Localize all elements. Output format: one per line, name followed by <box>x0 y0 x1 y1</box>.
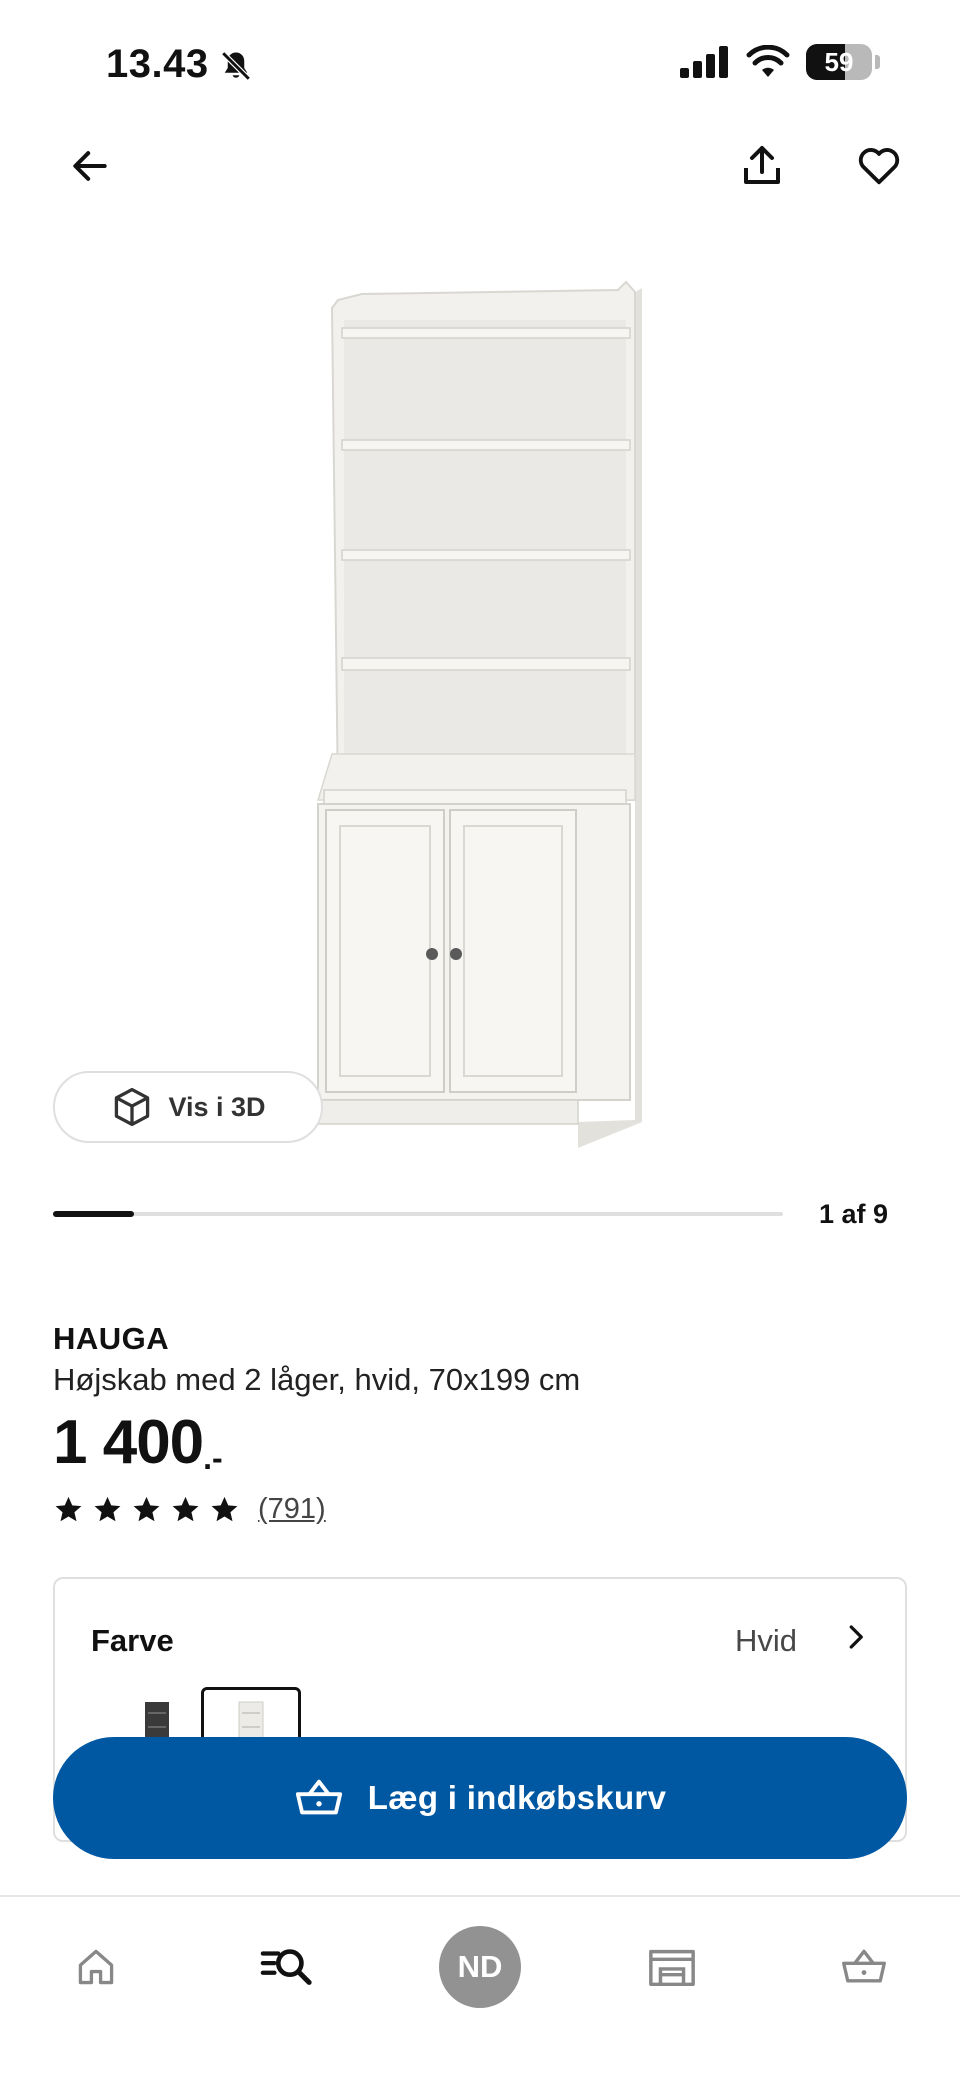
basket-icon <box>842 1949 886 1983</box>
product-image[interactable] <box>280 280 660 1150</box>
add-to-cart-label: Læg i indkøbskurv <box>367 1779 667 1816</box>
wifi-icon <box>746 45 790 77</box>
share-button[interactable] <box>726 130 798 202</box>
bell-muted-icon <box>221 51 251 81</box>
color-chevron-button[interactable] <box>833 1615 877 1659</box>
top-navigation <box>0 130 960 210</box>
price-amount: 1 400 <box>53 1408 204 1477</box>
rating-stars <box>53 1494 240 1525</box>
chevron-right-icon <box>849 1625 863 1649</box>
tab-home[interactable] <box>46 1917 146 2017</box>
battery-tip <box>875 55 880 69</box>
gallery-progress-track[interactable] <box>53 1211 783 1217</box>
status-indicators: 59 <box>680 44 880 80</box>
view-in-3d-button[interactable]: Vis i 3D <box>53 1071 323 1143</box>
tab-search[interactable] <box>236 1917 336 2017</box>
home-icon <box>78 1949 114 1985</box>
back-button[interactable] <box>54 130 126 202</box>
view-in-3d-label: Vis i 3D <box>168 1091 266 1122</box>
store-icon <box>649 1949 695 1987</box>
gallery-progress-indicator <box>53 1211 135 1217</box>
color-title: Farve <box>91 1623 174 1658</box>
avatar: ND <box>439 1926 521 2008</box>
cellular-signal-icon <box>680 46 728 78</box>
add-to-cart-button[interactable]: Læg i indkøbskurv <box>53 1737 907 1859</box>
favorite-button[interactable] <box>843 130 915 202</box>
battery-indicator: 59 <box>806 44 872 80</box>
star-icon <box>211 1496 238 1522</box>
bottom-tab-bar: ND <box>0 1897 960 2081</box>
product-description: Højskab med 2 låger, hvid, 70x199 cm <box>53 1362 581 1397</box>
arrow-left-icon <box>73 151 107 181</box>
basket-icon <box>295 1779 342 1815</box>
star-icon <box>133 1496 160 1522</box>
status-bar: 13.43 59 <box>0 0 960 130</box>
heart-icon <box>858 148 900 185</box>
status-time: 13.43 <box>106 42 209 86</box>
product-name: HAUGA <box>53 1321 170 1356</box>
star-icon <box>94 1496 121 1522</box>
product-rating[interactable]: (791) <box>53 1493 326 1526</box>
tab-stores[interactable] <box>622 1917 722 2017</box>
tab-basket[interactable] <box>814 1917 914 2017</box>
share-icon <box>744 146 780 184</box>
battery-percentage: 59 <box>824 46 854 77</box>
star-icon <box>55 1496 82 1522</box>
cube-icon <box>115 1087 150 1127</box>
star-icon <box>172 1496 199 1522</box>
review-count-link[interactable]: (791) <box>258 1493 326 1526</box>
search-list-icon <box>260 1949 312 1985</box>
gallery-counter: 1 af 9 <box>818 1199 888 1229</box>
tab-profile[interactable]: ND <box>430 1917 530 2017</box>
color-value: Hvid <box>734 1623 797 1658</box>
